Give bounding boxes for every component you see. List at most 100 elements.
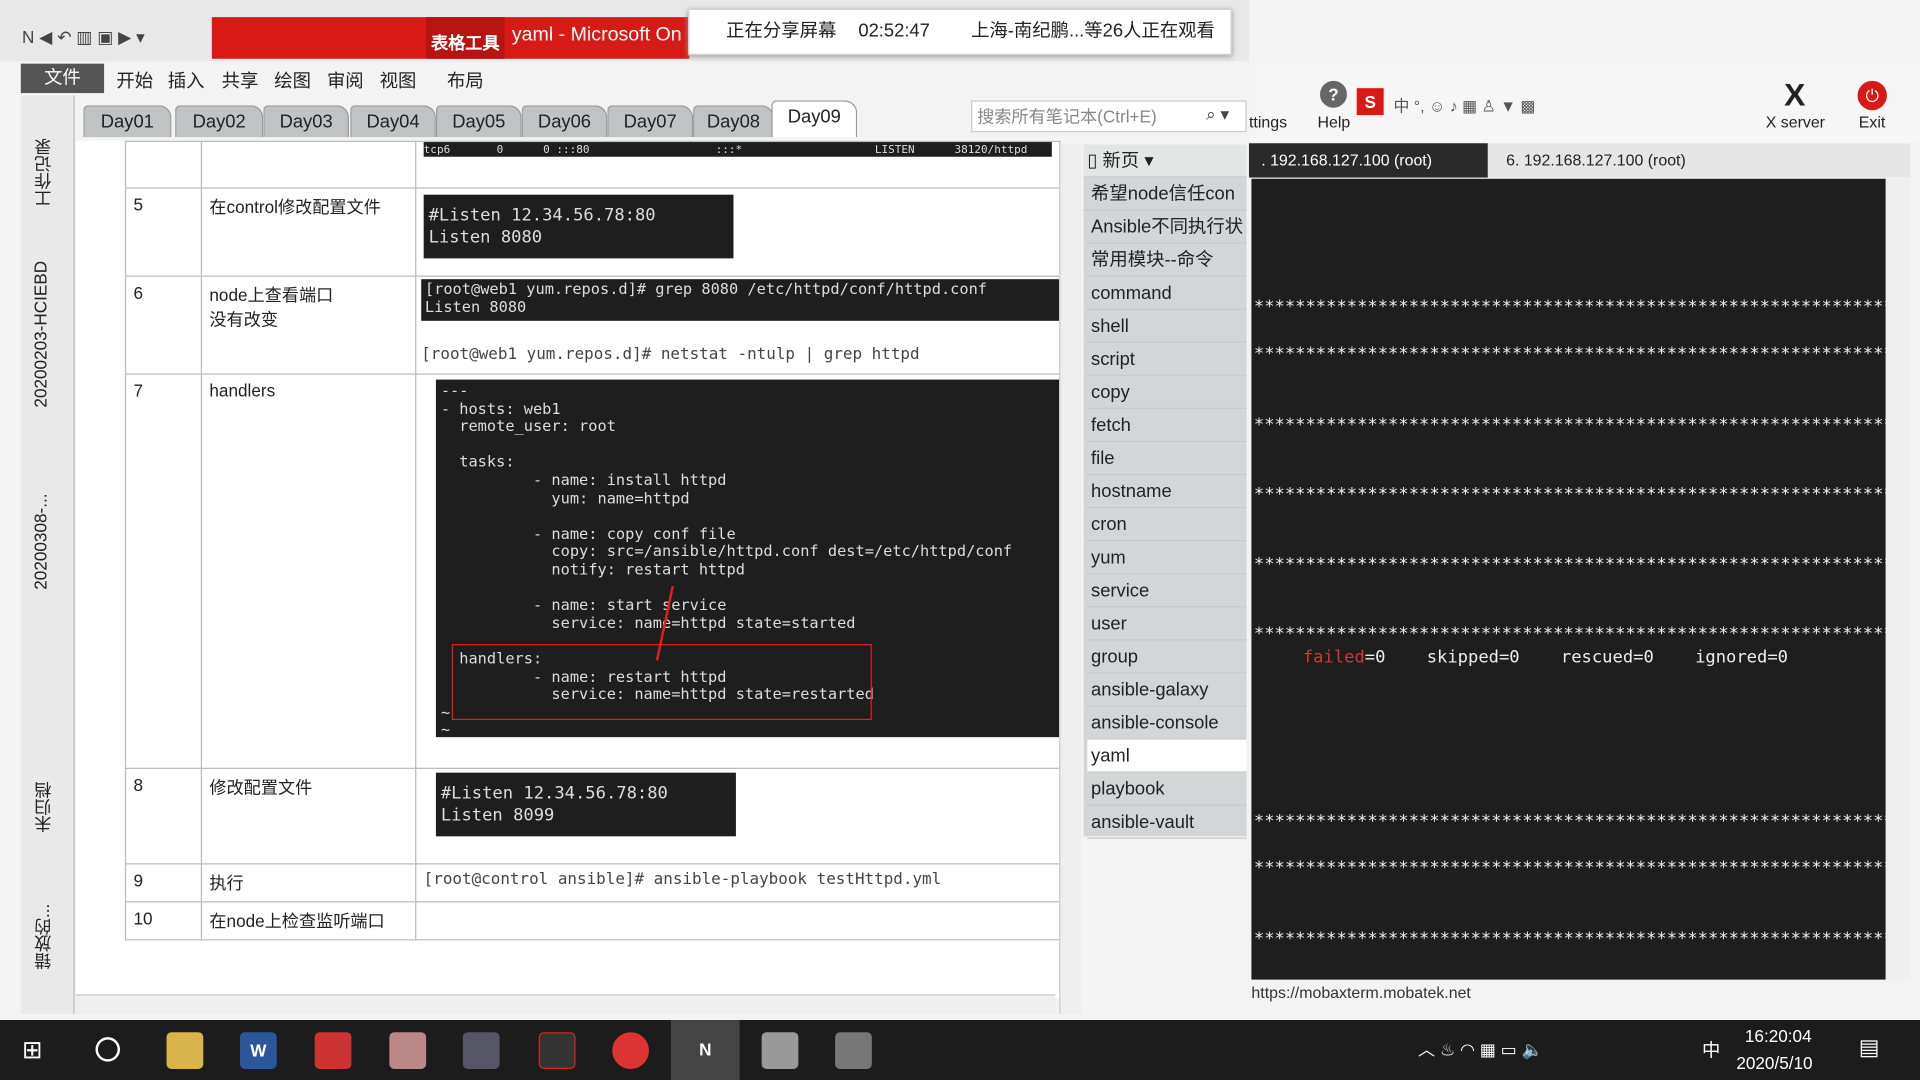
new-page-button[interactable]: ▯ 新页 ▾ <box>1083 144 1247 178</box>
terminal-scrollbar[interactable] <box>1885 178 1911 980</box>
tab-day04[interactable]: Day04 <box>350 105 436 138</box>
mobaxterm-icon[interactable] <box>835 1032 872 1069</box>
session-tab[interactable]: 6. 192.168.127.100 (root) <box>1506 143 1686 177</box>
notepad-icon[interactable] <box>761 1032 799 1069</box>
onenote-icon[interactable]: N <box>671 1020 740 1080</box>
page-item[interactable]: group <box>1087 640 1247 674</box>
search-circle-icon[interactable] <box>95 1037 121 1062</box>
ribbon-tab-review[interactable]: 审阅 <box>327 67 364 93</box>
page-item[interactable]: hostname <box>1087 475 1247 509</box>
row-description: 执行 <box>200 863 417 903</box>
page-item[interactable]: ansible-vault <box>1087 806 1247 839</box>
ribbon-tab-home[interactable]: 开始 <box>116 67 153 93</box>
page-item[interactable]: ansible-galaxy <box>1087 673 1247 707</box>
page-item[interactable]: ansible-console <box>1087 707 1247 740</box>
session-tab-active[interactable]: . 192.168.127.100 (root) <box>1248 143 1488 178</box>
page-item[interactable]: playbook <box>1087 773 1247 806</box>
page-item[interactable]: service <box>1087 574 1247 608</box>
file-explorer-icon[interactable] <box>166 1032 204 1069</box>
table-row: 5 在control修改配置文件 #Listen 12.34.56.78:80 L… <box>124 187 1061 277</box>
screenshot-icon[interactable] <box>462 1032 500 1069</box>
ribbon-tab-draw[interactable]: 绘图 <box>274 67 311 93</box>
notebook-item[interactable]: 工作记录 <box>31 138 55 207</box>
ribbon-tabs: 文件 开始 插入 共享 绘图 审阅 视图 布局 <box>18 63 1249 94</box>
terminal-output[interactable]: failed=0 skipped=0 rescued=0 ignored=0 *… <box>1251 178 1886 980</box>
page-item[interactable]: shell <box>1087 310 1247 343</box>
tray-icons[interactable]: ︿ ♨ ◠ ▦ ▭ 🔈 <box>1418 1037 1543 1061</box>
ribbon-tab-share[interactable]: 共享 <box>222 67 259 93</box>
yaml-line: yum: name=httpd <box>440 488 690 507</box>
terminal-snippet: [root@web1 yum.repos.d]# grep 8080 /etc/… <box>421 279 1060 321</box>
ime-indicator[interactable]: 中 <box>1702 1037 1720 1063</box>
settings-button[interactable]: ttings <box>1249 113 1287 131</box>
ribbon-tab-view[interactable]: 视图 <box>380 67 417 93</box>
tab-day05[interactable]: Day05 <box>435 105 522 138</box>
paint-icon[interactable] <box>389 1032 427 1069</box>
page-content[interactable]: tcp6 0 0 :::80 :::* LISTEN 38120/httpd 5… <box>75 140 1061 998</box>
page-item[interactable]: 常用模块--命令 <box>1087 244 1247 277</box>
row-number: 10 <box>124 901 203 941</box>
page-item[interactable]: command <box>1087 277 1247 310</box>
tab-day07[interactable]: Day07 <box>607 105 694 138</box>
table-row: 9 执行 [root@control ansible]# ansible-playb… <box>124 863 1061 903</box>
notebook-item[interactable]: 错放的... <box>31 904 55 970</box>
page-item[interactable]: Ansible不同执行状 <box>1087 211 1247 244</box>
clock-time[interactable]: 16:20:04 <box>1745 1026 1812 1046</box>
qq-icon[interactable] <box>538 1032 576 1069</box>
exit-icon: ⏻ <box>1857 80 1887 111</box>
notebook-item[interactable]: 20200203-HCIEBD <box>31 261 51 408</box>
table-row: 7 handlers --- - hosts: web1 remote_user: … <box>124 373 1061 769</box>
tab-day09[interactable]: Day09 <box>771 100 858 138</box>
xserver-button[interactable]: X server <box>1766 113 1825 131</box>
recap-separator: ****************************************… <box>1253 929 1886 949</box>
tab-day06[interactable]: Day06 <box>521 105 608 138</box>
yaml-playbook-screenshot: --- - hosts: web1 remote_user: root tasks… <box>435 379 1060 738</box>
word-icon[interactable]: W <box>240 1032 277 1069</box>
tab-day03[interactable]: Day03 <box>263 105 349 138</box>
vertical-scrollbar[interactable] <box>1059 144 1082 1014</box>
page-item[interactable]: script <box>1087 343 1247 376</box>
page-item[interactable]: yum <box>1087 541 1247 575</box>
horizontal-scrollbar[interactable] <box>75 994 1056 1014</box>
notebook-item[interactable]: 20200308-... <box>31 493 51 589</box>
ribbon-tab-file[interactable]: 文件 <box>20 63 105 94</box>
command-text: [root@web1 yum.repos.d]# netstat -ntulp … <box>421 345 920 364</box>
status-url[interactable]: https://mobaxterm.mobatek.net <box>1251 983 1470 1001</box>
yaml-line: - name: start service <box>440 595 727 614</box>
tab-day01[interactable]: Day01 <box>83 105 172 138</box>
recap-separator: ****************************************… <box>1253 811 1886 832</box>
ribbon-tab-layout[interactable]: 布局 <box>447 67 484 93</box>
yaml-line: notify: restart httpd <box>440 559 745 578</box>
clock-date[interactable]: 2020/5/10 <box>1736 1053 1812 1073</box>
ime-toolbar[interactable]: 中 °, ☺ ♪ ▦ ♙ ▼ ▩ <box>1393 93 1535 116</box>
yaml-line <box>441 436 1054 454</box>
windows-start-icon[interactable]: ⊞ <box>22 1035 43 1066</box>
page-item[interactable]: yaml <box>1087 739 1247 773</box>
session-tabs: . 192.168.127.100 (root) 6. 192.168.127.… <box>1248 143 1911 178</box>
page-item[interactable]: file <box>1087 442 1247 476</box>
page-item[interactable]: cron <box>1087 508 1247 542</box>
table-row: tcp6 0 0 :::80 :::* LISTEN 38120/httpd <box>124 140 1061 189</box>
help-button[interactable]: Help <box>1318 113 1351 131</box>
page-item[interactable]: fetch <box>1087 409 1247 443</box>
page-item[interactable]: user <box>1087 607 1247 641</box>
tab-day08[interactable]: Day08 <box>693 105 774 138</box>
row-description[interactable]: 在node上检查监听端口 <box>200 901 417 941</box>
ribbon-tab-insert[interactable]: 插入 <box>168 67 205 93</box>
sogou-ime-icon[interactable]: S <box>1356 88 1384 116</box>
exit-button[interactable]: Exit <box>1859 113 1886 131</box>
quick-access-toolbar[interactable]: N ◀ ↶ ▥ ▣ ▶ ▾ <box>22 27 145 48</box>
page-item[interactable]: copy <box>1087 376 1247 409</box>
page-item[interactable]: 希望node信任con <box>1087 178 1247 211</box>
tab-day02[interactable]: Day02 <box>175 105 264 138</box>
row-description: 在control修改配置文件 <box>200 187 417 277</box>
share-time: 02:52:47 <box>858 20 930 42</box>
search-icon[interactable]: ⌕ ▾ <box>1206 104 1229 125</box>
yaml-line: remote_user: root <box>440 416 616 435</box>
notebook-item[interactable]: 未归档 <box>31 781 55 832</box>
table-tools-tab[interactable]: 表格工具 <box>426 17 505 59</box>
notification-icon[interactable]: ▤ <box>1859 1035 1880 1061</box>
browser-icon[interactable] <box>612 1032 649 1069</box>
recap-separator: ****************************************… <box>1253 858 1886 878</box>
app-icon[interactable] <box>314 1032 352 1069</box>
